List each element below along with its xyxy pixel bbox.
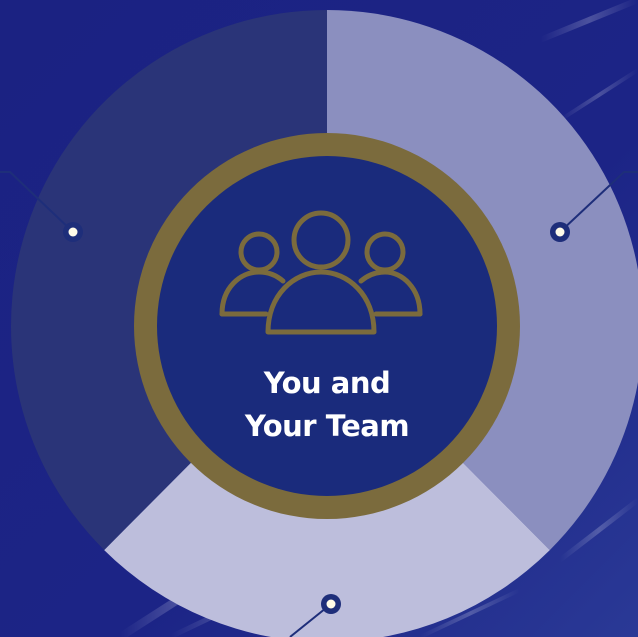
center-label-line1: You and	[263, 366, 391, 400]
marker-bottom[interactable]	[321, 594, 341, 614]
cycle-diagram	[0, 0, 638, 637]
diagram-canvas: You and Your Team	[0, 0, 638, 637]
center-label: You and Your Team	[199, 362, 455, 448]
marker-left[interactable]	[63, 222, 83, 242]
marker-right[interactable]	[550, 222, 570, 242]
center-label-line2: Your Team	[244, 409, 410, 443]
center-hub	[134, 133, 520, 519]
